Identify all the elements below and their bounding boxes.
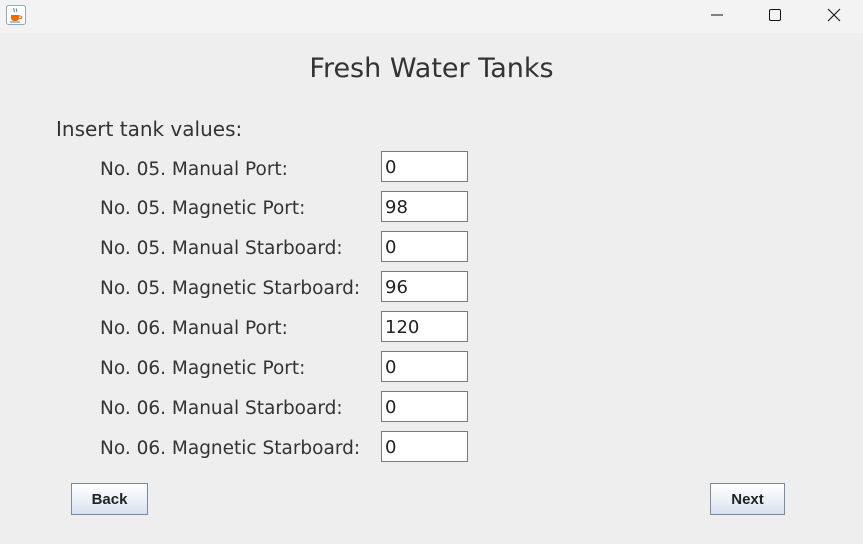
app-window: Fresh Water Tanks Insert tank values: No… bbox=[0, 0, 863, 544]
tank-label: No. 06. Magnetic Starboard: bbox=[100, 438, 361, 459]
tank-label: No. 06. Magnetic Port: bbox=[100, 358, 306, 379]
tank-value-input[interactable] bbox=[381, 351, 468, 382]
tank-value-input[interactable] bbox=[381, 191, 468, 222]
next-button[interactable]: Next bbox=[710, 483, 785, 515]
tank-value-input[interactable] bbox=[381, 151, 468, 182]
insert-values-label: Insert tank values: bbox=[56, 117, 243, 141]
minimize-icon bbox=[710, 7, 724, 26]
tank-value-input[interactable] bbox=[381, 271, 468, 302]
page-title: Fresh Water Tanks bbox=[309, 53, 554, 84]
title-bar bbox=[0, 0, 863, 33]
tank-value-input[interactable] bbox=[381, 311, 468, 342]
maximize-icon bbox=[768, 7, 782, 26]
tank-label: No. 05. Magnetic Starboard: bbox=[100, 278, 361, 299]
close-icon bbox=[827, 7, 841, 26]
back-button[interactable]: Back bbox=[71, 483, 148, 515]
tank-label: No. 05. Magnetic Port: bbox=[100, 198, 306, 219]
tank-label: No. 05. Manual Starboard: bbox=[100, 238, 343, 259]
tank-label: No. 05. Manual Port: bbox=[100, 159, 288, 180]
tank-value-input[interactable] bbox=[381, 231, 468, 262]
tank-label: No. 06. Manual Port: bbox=[100, 318, 288, 339]
java-cup-icon[interactable] bbox=[6, 5, 26, 25]
close-button[interactable] bbox=[805, 0, 863, 33]
minimize-button[interactable] bbox=[688, 0, 746, 33]
tank-label: No. 06. Manual Starboard: bbox=[100, 398, 343, 419]
maximize-button[interactable] bbox=[746, 0, 804, 33]
tank-value-input[interactable] bbox=[381, 431, 468, 462]
tank-value-input[interactable] bbox=[381, 391, 468, 422]
